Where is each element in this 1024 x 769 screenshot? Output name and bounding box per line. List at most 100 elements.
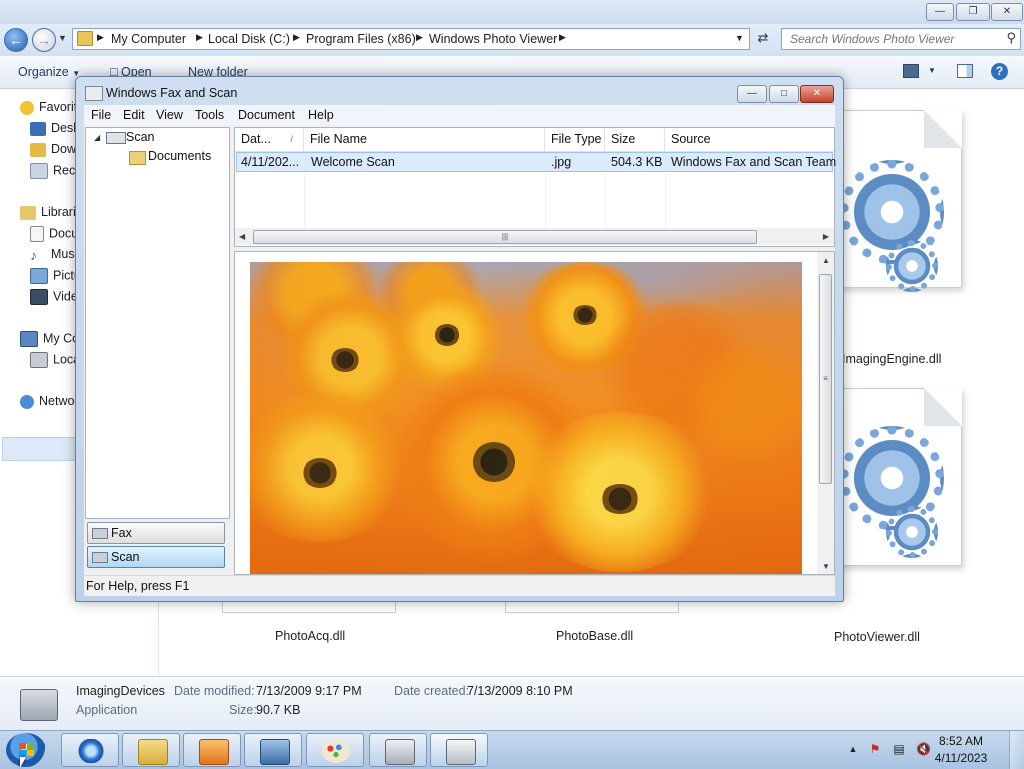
minimize-button[interactable]: — [926, 3, 954, 21]
scan-view-button[interactable]: Scan [87, 546, 225, 568]
taskbar-photo-viewer[interactable] [244, 733, 302, 767]
table-row[interactable]: 4/11/202... Welcome Scan .jpg 504.3 KB W… [236, 152, 836, 172]
network-tray-icon[interactable]: ▤ [892, 743, 906, 756]
refresh-icon[interactable]: ⇄ [752, 28, 774, 48]
maximize-button[interactable]: ❐ [956, 3, 990, 21]
clock-date[interactable]: 4/11/2023 [930, 751, 992, 765]
scroll-down-icon[interactable]: ▼ [822, 562, 830, 571]
menu-tools[interactable]: Tools [195, 108, 224, 122]
column-divider [605, 173, 606, 229]
clock-time[interactable]: 8:52 AM [930, 734, 992, 748]
column-divider [665, 173, 666, 229]
scroll-left-icon[interactable]: ◀ [239, 232, 245, 241]
preview-pane-icon[interactable] [957, 64, 973, 78]
mouse-cursor-icon [20, 757, 26, 768]
vertical-scroll-thumb[interactable]: ≡ [819, 274, 832, 484]
forward-button[interactable]: → [32, 28, 56, 52]
windows-logo-icon [27, 743, 34, 749]
menu-edit[interactable]: Edit [123, 108, 145, 122]
details-size-label: Size: [229, 703, 257, 717]
chevron-right-icon[interactable]: ▶ [293, 32, 300, 43]
breadcrumb-windows-photo-viewer[interactable]: Windows Photo Viewer [429, 32, 557, 46]
taskbar: ▲ ⚑ ▤ 🔇 8:52 AM 4/11/2023 [0, 730, 1024, 769]
start-button[interactable] [6, 733, 46, 767]
scanned-image-flowers [250, 262, 802, 574]
file-name-label: ImagingEngine.dll [842, 352, 942, 366]
details-file-name: ImagingDevices [76, 684, 165, 698]
column-divider [545, 173, 546, 229]
taskbar-paint[interactable] [306, 733, 364, 767]
chevron-right-icon[interactable]: ▶ [559, 32, 566, 43]
explorer-titlebar: — ❐ ✕ [0, 0, 1024, 24]
column-header-date[interactable]: Dat... / [235, 128, 304, 151]
taskbar-media-player[interactable] [183, 733, 241, 767]
volume-muted-icon[interactable]: 🔇 [916, 743, 931, 756]
column-header-source[interactable]: Source [665, 128, 834, 151]
scroll-up-icon[interactable]: ▲ [822, 256, 830, 265]
libraries-icon [20, 205, 36, 220]
menu-file[interactable]: File [91, 108, 111, 122]
help-icon[interactable]: ? [991, 63, 1008, 80]
fax-scan-app-icon [85, 86, 103, 101]
breadcrumb-local-disk[interactable]: Local Disk (C:) [208, 32, 290, 46]
horizontal-scrollbar[interactable]: ◀ ||| ▶ [235, 228, 834, 245]
close-button[interactable]: ✕ [991, 3, 1023, 21]
tree-item-documents[interactable]: Documents [148, 149, 211, 163]
details-created-value: 7/13/2009 8:10 PM [467, 684, 573, 698]
column-header-file-type[interactable]: File Type [545, 128, 605, 151]
cell-date: 4/11/202... [241, 155, 300, 169]
column-header-file-name[interactable]: File Name [304, 128, 545, 151]
vertical-scrollbar[interactable]: ▲ ≡ ▼ [817, 252, 834, 574]
photo-viewer-icon [260, 739, 290, 765]
address-dropdown-icon[interactable]: ▼ [735, 33, 744, 43]
taskbar-windows-explorer[interactable] [122, 733, 180, 767]
pictures-icon [30, 268, 48, 284]
expand-triangle-icon[interactable]: ◢ [94, 133, 100, 142]
desktop-icon [30, 121, 46, 136]
scroll-right-icon[interactable]: ▶ [823, 232, 829, 241]
recent-pages-chevron-icon[interactable]: ▼ [58, 33, 67, 43]
show-desktop-button[interactable] [1009, 731, 1024, 769]
chevron-right-icon[interactable]: ▶ [416, 32, 423, 43]
scanner-icon [106, 132, 126, 144]
document-list: Dat... / File Name File Type Size Source … [234, 127, 836, 247]
organize-button[interactable]: Organize ▼ [18, 65, 80, 79]
folder-icon [77, 31, 93, 46]
show-hidden-icons-chevron-icon[interactable]: ▲ [846, 743, 860, 756]
cell-size: 504.3 KB [611, 155, 663, 169]
search-input[interactable] [788, 31, 1002, 47]
chevron-right-icon[interactable]: ▶ [196, 32, 203, 43]
chevron-right-icon[interactable]: ▶ [97, 32, 104, 43]
details-modified-label: Date modified: [174, 684, 255, 698]
menu-help[interactable]: Help [308, 108, 334, 122]
cell-file-type: .jpg [551, 155, 572, 169]
window-title: Windows Fax and Scan [106, 86, 238, 100]
change-view-icon[interactable] [903, 64, 919, 78]
network-icon [20, 394, 34, 409]
column-divider [304, 173, 305, 229]
column-header-size[interactable]: Size [605, 128, 665, 151]
fax-close-button[interactable]: ✕ [800, 85, 834, 103]
fax-minimize-button[interactable]: — [737, 85, 767, 103]
gear-icon [886, 506, 938, 558]
menu-document[interactable]: Document [238, 108, 295, 122]
horizontal-scroll-thumb[interactable]: ||| [253, 230, 757, 244]
address-box[interactable]: ▶ My Computer ▶ Local Disk (C:) ▶ Progra… [72, 28, 750, 50]
fax-icon [446, 739, 476, 765]
menu-view[interactable]: View [156, 108, 183, 122]
fax-maximize-button[interactable]: □ [769, 85, 799, 103]
breadcrumb-my-computer[interactable]: My Computer [111, 32, 186, 46]
scanner-icon [92, 552, 108, 564]
view-options-chevron-icon[interactable]: ▼ [928, 66, 936, 75]
taskbar-internet-explorer[interactable] [61, 733, 119, 767]
taskbar-scanner[interactable] [369, 733, 427, 767]
taskbar-fax-and-scan[interactable] [430, 733, 488, 767]
action-center-icon[interactable]: ⚑ [868, 743, 882, 756]
fax-view-button[interactable]: Fax [87, 522, 225, 544]
breadcrumb-program-files[interactable]: Program Files (x86) [306, 32, 416, 46]
tree-item-scan[interactable]: Scan [126, 130, 155, 144]
folder-icon [138, 739, 168, 765]
column-date-label: Dat... [241, 132, 271, 146]
search-icon[interactable]: ⚲ [1006, 30, 1016, 46]
back-button[interactable]: ← [4, 28, 28, 52]
